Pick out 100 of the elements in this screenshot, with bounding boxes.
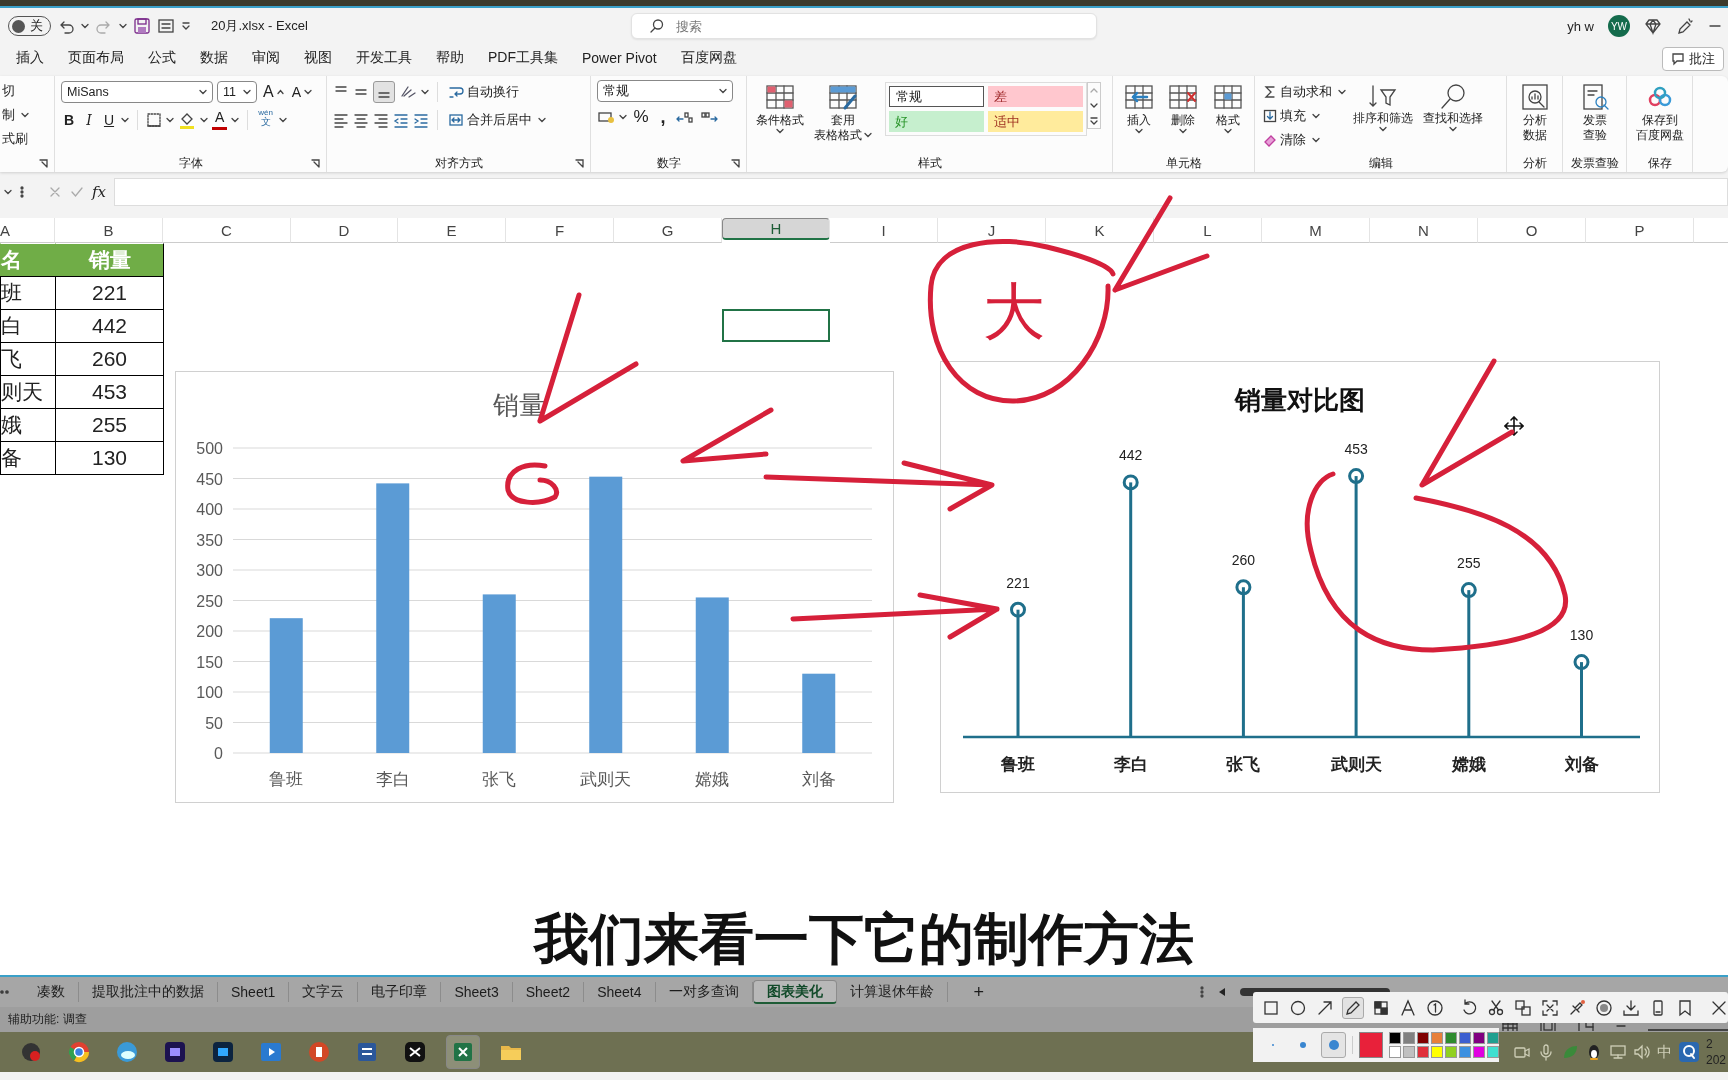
format-cells-button[interactable]: 格式 [1208, 80, 1247, 154]
color-swatch[interactable] [1403, 1046, 1415, 1058]
number-format-dropdown[interactable]: 常规 [597, 80, 733, 102]
analyze-data-button[interactable]: 分析 数据 [1516, 80, 1553, 154]
ribbon-tab[interactable]: 帮助 [436, 46, 464, 72]
ribbon-tab[interactable]: 百度网盘 [680, 46, 737, 72]
sheet-tab[interactable]: Sheet2 [512, 982, 585, 1002]
color-swatch[interactable] [1459, 1046, 1471, 1058]
sheet-tab[interactable]: 文字云 [289, 982, 359, 1002]
conditional-format-button[interactable]: 条件格式 [753, 80, 807, 154]
caret-icon[interactable] [121, 117, 129, 123]
dialog-launcher-icon[interactable] [39, 158, 48, 168]
pen-size-option[interactable] [1321, 1032, 1346, 1058]
caret-icon[interactable] [279, 117, 288, 123]
cell-style-option[interactable]: 差 [988, 86, 1083, 107]
sheet-tab[interactable]: Sheet1 [218, 982, 290, 1002]
caret-icon[interactable] [304, 89, 312, 95]
sheet-tab[interactable]: 凑数 [24, 982, 79, 1002]
add-sheet-button[interactable]: + [973, 981, 984, 1003]
caret-icon[interactable] [421, 89, 429, 95]
color-swatch[interactable] [1403, 1032, 1415, 1044]
color-swatch[interactable] [1487, 1032, 1499, 1044]
color-swatch[interactable] [1445, 1046, 1457, 1058]
save-icon[interactable] [133, 17, 151, 35]
dialog-launcher-icon[interactable] [731, 158, 740, 168]
analyze-data-icon[interactable] [1519, 82, 1550, 112]
caret-icon[interactable] [1312, 137, 1320, 143]
cell-style-option[interactable]: 常规 [889, 86, 984, 107]
decrease-indent-icon[interactable] [393, 112, 409, 128]
font-size-dropdown[interactable]: 11 [217, 81, 257, 103]
caret-icon[interactable] [538, 117, 546, 123]
caret-icon[interactable] [200, 117, 208, 123]
fill-button[interactable]: 填充 [1261, 104, 1308, 128]
delete-cells-button[interactable]: 删除 [1164, 80, 1203, 154]
current-color-swatch[interactable] [1358, 1032, 1383, 1058]
network-icon[interactable] [1609, 1043, 1627, 1061]
search-field[interactable]: 搜索 [631, 13, 1097, 39]
bold-button[interactable]: B [61, 109, 77, 131]
dialog-launcher-icon[interactable] [311, 158, 320, 168]
color-swatch[interactable] [1417, 1032, 1429, 1044]
increase-indent-icon[interactable] [413, 112, 429, 128]
clipboard-button[interactable]: 式刷 [0, 128, 30, 150]
sheet-tab[interactable]: 提取批注中的数据 [79, 982, 218, 1002]
insert-function-button[interactable]: fx [92, 183, 106, 201]
ribbon-tab[interactable]: Power Pivot [582, 47, 657, 71]
sheet-tab[interactable]: 电子印章 [358, 982, 442, 1002]
invoice-check-button[interactable]: 发票 查验 [1576, 80, 1613, 154]
grow-font-button[interactable]: A [261, 80, 286, 104]
diamond-icon[interactable] [1644, 17, 1662, 35]
speaker-icon[interactable] [1633, 1043, 1651, 1061]
comments-button[interactable]: 批注 [1662, 47, 1724, 71]
caret-icon[interactable] [119, 23, 127, 29]
clipboard-button[interactable]: 切 [0, 80, 17, 102]
caret-icon[interactable] [719, 88, 727, 94]
sheet-tab[interactable]: Sheet3 [441, 982, 513, 1002]
italic-button[interactable]: I [81, 109, 97, 131]
font-color-button[interactable]: A [212, 110, 228, 130]
sort-filter-button[interactable]: 排序和筛选 [1350, 80, 1416, 154]
dialog-launcher-icon[interactable] [575, 158, 584, 168]
more-icon[interactable] [1200, 985, 1204, 999]
clipboard-button[interactable]: 制 [0, 104, 17, 126]
percent-button[interactable]: % [631, 106, 651, 128]
sheet-tab[interactable]: Sheet4 [584, 982, 656, 1002]
comma-style-button[interactable]: , [655, 106, 671, 128]
save-to-cloud-button[interactable]: 保存到 百度网盘 [1632, 80, 1687, 154]
caret-icon[interactable] [1449, 126, 1457, 132]
accounting-format-icon[interactable] [597, 109, 615, 125]
color-swatch[interactable] [1417, 1046, 1429, 1058]
wrap-text-button[interactable]: 自动换行 [446, 80, 521, 104]
chart-panel[interactable]: 销量对比图 221 442 260 453 255 130 鲁班 李白 张飞 武则天 嫦娥 刘备 [940, 361, 1660, 793]
color-swatch[interactable] [1445, 1032, 1457, 1044]
user-avatar[interactable]: YW [1608, 15, 1630, 37]
format-cells-icon[interactable] [1211, 82, 1244, 112]
name-box-caret-icon[interactable] [4, 189, 12, 195]
align-center-icon[interactable] [353, 112, 369, 128]
caret-icon[interactable] [199, 89, 207, 95]
insert-cells-icon[interactable] [1123, 82, 1156, 112]
pen-icon[interactable] [1676, 17, 1694, 35]
borders-icon[interactable] [146, 112, 162, 128]
caret-icon[interactable] [1179, 128, 1188, 134]
fill-color-icon[interactable] [178, 111, 196, 129]
caret-icon[interactable] [166, 117, 174, 123]
caret-icon[interactable] [864, 132, 872, 138]
form-icon[interactable] [157, 17, 175, 35]
ribbon-tab[interactable]: 页面布局 [68, 46, 124, 72]
chart-panel[interactable]: 销量 0 50 100 150 200 250 300 350 400 450 500 鲁班 李白 张飞 武则天 嫦娥 刘备 [175, 371, 894, 803]
caret-icon[interactable] [1338, 89, 1346, 95]
ribbon-tab[interactable]: 开发工具 [356, 46, 412, 72]
format-as-table-button[interactable]: 套用 表格格式 [811, 80, 875, 154]
customize-caret-icon[interactable] [181, 21, 191, 31]
merge-center-button[interactable]: 合并后居中 [446, 108, 534, 132]
align-right-icon[interactable] [373, 112, 389, 128]
caret-icon[interactable] [776, 128, 784, 134]
conditional-format-icon[interactable] [764, 82, 796, 112]
more-icon[interactable] [20, 185, 24, 199]
color-swatch[interactable] [1459, 1032, 1471, 1044]
caret-icon[interactable] [1223, 128, 1232, 134]
column-header[interactable]: H [722, 218, 830, 240]
shrink-font-button[interactable]: A [289, 80, 314, 104]
caret-icon[interactable] [231, 117, 240, 123]
